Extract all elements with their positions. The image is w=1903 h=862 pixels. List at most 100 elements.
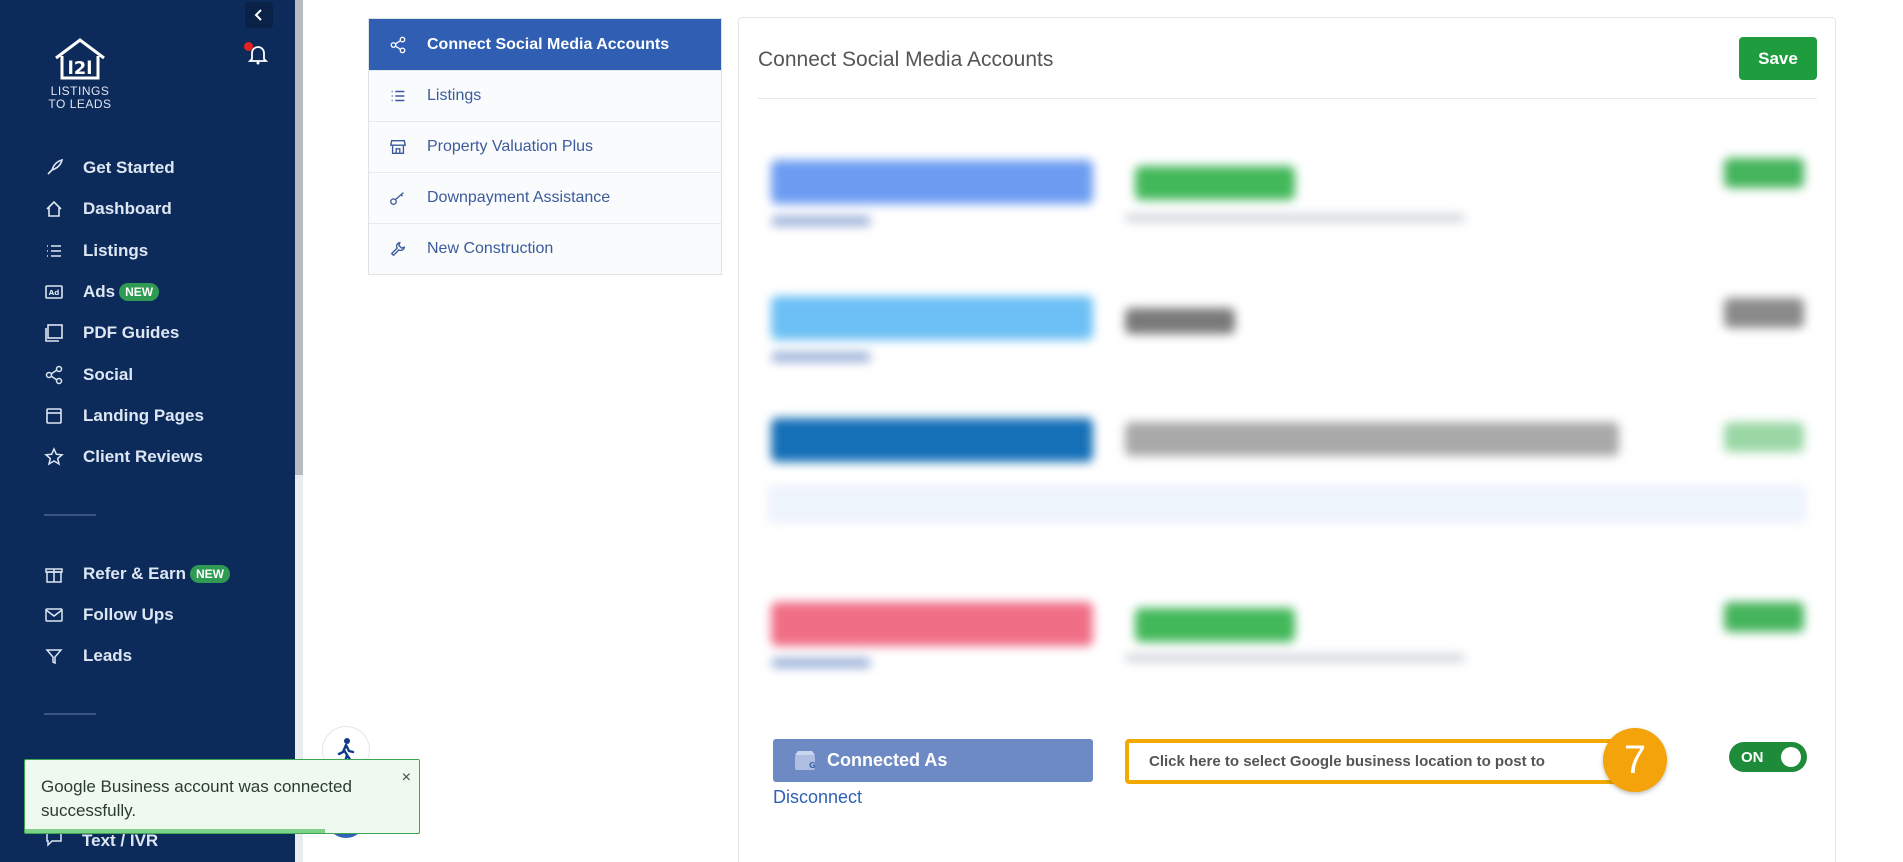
sidebar-item-pdf-guides[interactable]: PDF Guides [42,318,179,348]
blurred-toggle[interactable] [1724,158,1804,188]
sidebar-item-label: Dashboard [83,199,172,218]
wrench-icon [389,240,409,258]
sidebar-divider [44,514,96,516]
sidebar-item-get-started[interactable]: Get Started [42,153,175,183]
settings-nav-label: Property Valuation Plus [427,138,594,155]
blurred-link [771,352,871,362]
sidebar-item-listings[interactable]: Listings [42,236,148,266]
step-badge: 7 [1603,728,1667,792]
share-icon [42,363,66,387]
sidebar-item-landing-pages[interactable]: Landing Pages [42,401,204,431]
blurred-text [1125,654,1465,662]
blurred-link [771,216,871,226]
google-post-toggle[interactable]: ON [1729,742,1807,772]
list-icon [389,87,409,105]
sidebar-item-label: Refer & Earn [83,564,186,583]
pdf-icon [42,321,66,345]
blurred-connect-button[interactable] [771,296,1093,340]
card-divider [758,98,1817,99]
blurred-status [1125,308,1235,334]
svg-text:G: G [809,761,816,770]
sidebar-item-dashboard[interactable]: Dashboard [42,194,172,224]
sidebar-item-label: PDF Guides [83,323,180,342]
success-toast: Google Business account was connected su… [24,759,420,834]
rocket-icon [42,156,66,180]
sidebar-item-label: Follow Ups [83,605,174,624]
svg-text:l2l: l2l [68,58,93,79]
page-icon [42,404,66,428]
sidebar-item-label: Ads [83,282,116,301]
blurred-toggle[interactable] [1724,602,1804,632]
connect-social-card: Connect Social Media Accounts Save G Con… [738,17,1836,862]
toggle-knob [1781,747,1801,767]
sidebar-item-ads[interactable]: Ad Ads NEW [42,277,160,307]
svg-text:Ad: Ad [49,289,59,297]
sidebar-item-label: Client Reviews [83,447,203,466]
save-button[interactable]: Save [1739,37,1817,80]
toast-message: Google Business account was connected su… [41,777,352,820]
new-badge: NEW [119,283,160,301]
toggle-label: ON [1741,748,1764,766]
blurred-link [771,658,871,668]
sidebar-item-label: Leads [83,646,133,665]
settings-nav-label: New Construction [427,240,554,257]
home-icon [42,197,66,221]
toast-progress-bar [25,829,325,833]
blurred-toggle[interactable] [1724,422,1804,452]
filter-icon [42,644,66,668]
disconnect-link[interactable]: Disconnect [773,787,862,808]
settings-nav: Connect Social Media Accounts Listings P… [368,18,722,275]
google-connected-button[interactable]: G Connected As [773,739,1093,782]
key-icon [389,189,409,207]
house-logo-icon: l2l [55,38,105,80]
google-location-select[interactable]: Click here to select Google business loc… [1125,739,1629,784]
sidebar-item-label: Listings [83,241,149,260]
settings-nav-property-valuation[interactable]: Property Valuation Plus [369,121,721,172]
blurred-status [1125,422,1619,456]
chevron-left-icon [254,9,262,21]
sidebar-item-leads[interactable]: Leads [42,641,132,671]
new-badge: NEW [189,565,230,583]
settings-nav-label: Listings [427,87,482,104]
page-title: Connect Social Media Accounts [758,48,1054,71]
location-placeholder: Click here to select Google business loc… [1149,753,1545,770]
settings-nav-label: Downpayment Assistance [427,189,611,206]
blurred-status [1135,608,1295,642]
blurred-status [1135,166,1295,200]
logo[interactable]: l2l LISTINGS TO LEADS [42,36,118,111]
logo-line-2: TO LEADS [48,97,112,111]
ad-icon: Ad [42,280,66,304]
blurred-connect-button[interactable] [771,160,1093,204]
blurred-info-box [767,484,1807,524]
list-icon [42,239,66,263]
settings-nav-new-construction[interactable]: New Construction [369,223,721,274]
sidebar-item-social[interactable]: Social [42,360,133,390]
mail-icon [42,603,66,627]
settings-nav-listings[interactable]: Listings [369,70,721,121]
sidebar-item-label: Get Started [83,158,175,177]
collapse-sidebar-button[interactable] [245,2,273,28]
settings-nav-label: Connect Social Media Accounts [427,35,670,53]
blurred-toggle[interactable] [1724,298,1804,328]
settings-nav-downpayment[interactable]: Downpayment Assistance [369,172,721,223]
connected-label: Connected As [827,750,948,770]
sidebar-scrollbar-thumb[interactable] [295,0,303,475]
notification-dot [244,42,253,51]
sidebar-item-label: Social [83,365,134,384]
settings-nav-connect-social[interactable]: Connect Social Media Accounts [369,19,721,70]
sidebar-item-label: Landing Pages [83,406,204,425]
star-icon [42,445,66,469]
gift-icon [42,562,66,586]
sidebar-item-client-reviews[interactable]: Client Reviews [42,442,203,472]
blurred-connect-button[interactable] [771,418,1093,462]
close-icon[interactable]: × [402,766,411,790]
google-business-icon: G [793,749,817,773]
sidebar-item-follow-ups[interactable]: Follow Ups [42,600,174,630]
blurred-connect-button[interactable] [771,602,1093,646]
sidebar-divider [44,713,96,715]
sidebar-item-refer-earn[interactable]: Refer & Earn NEW [42,559,230,589]
sidebar: l2l LISTINGS TO LEADS Get Started Dashbo… [0,0,295,862]
store-icon [389,138,409,156]
blurred-text [1125,214,1465,222]
share-icon [389,36,409,54]
